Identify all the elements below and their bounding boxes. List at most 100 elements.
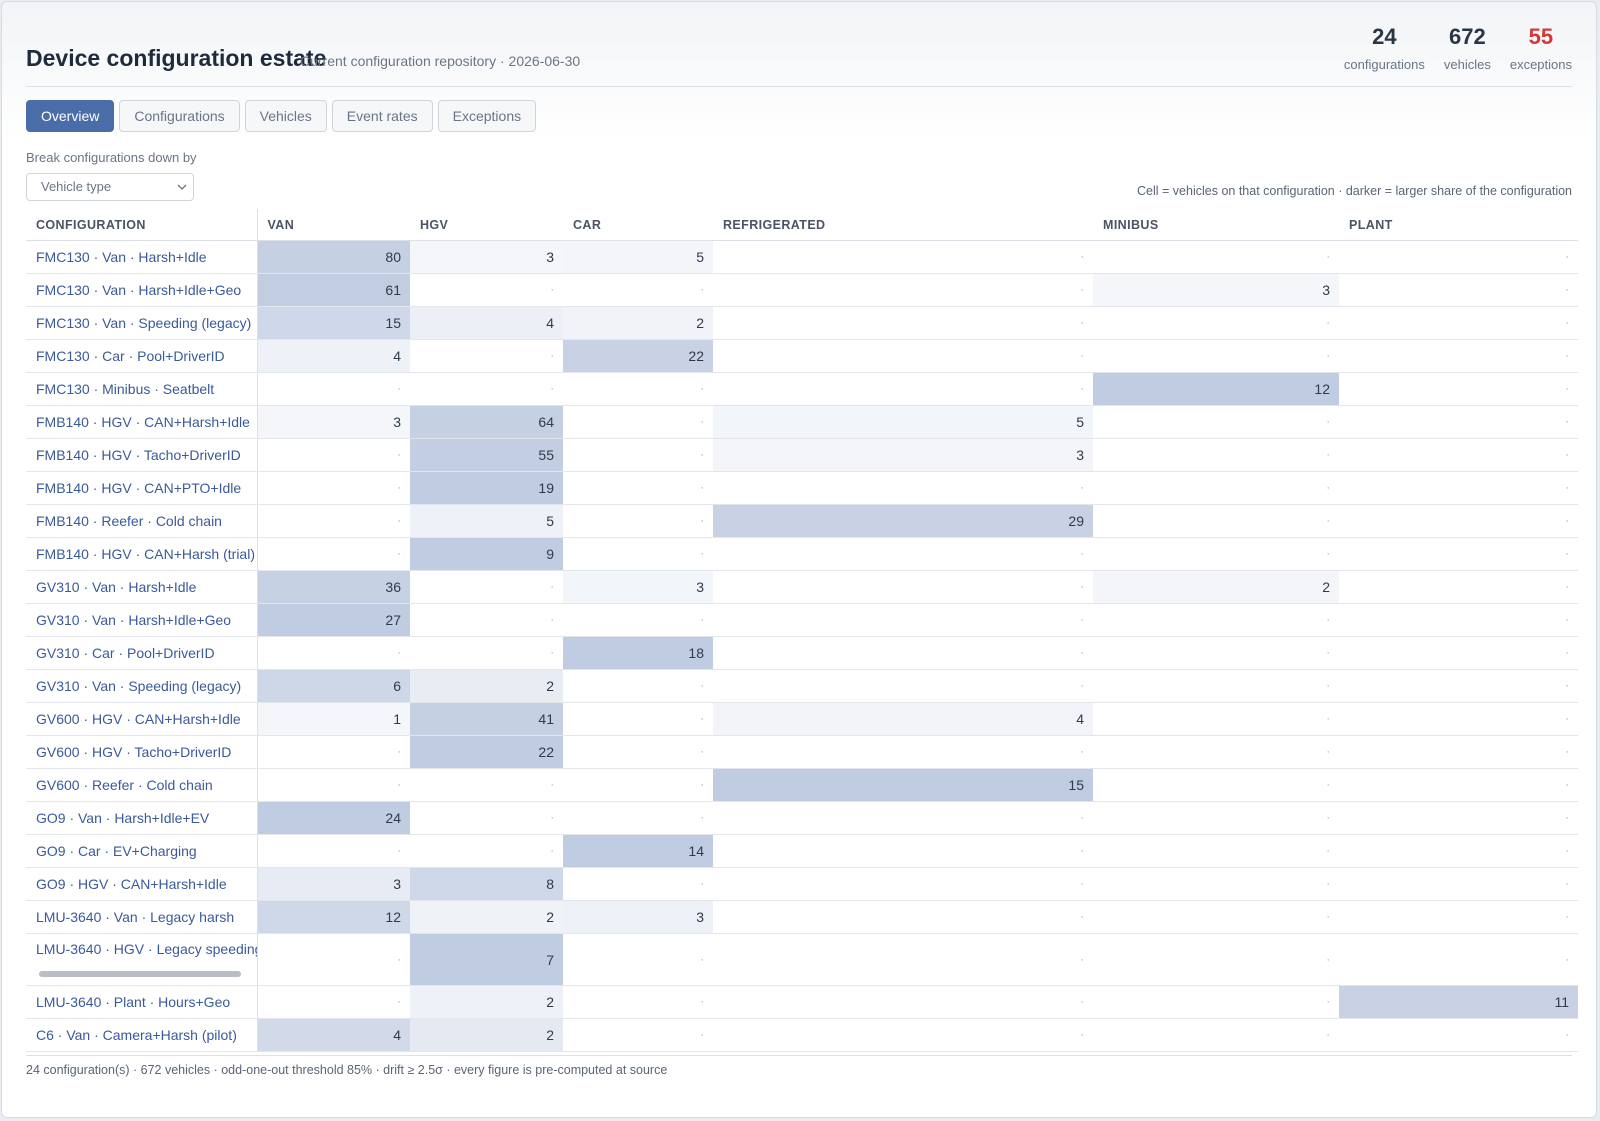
cell-refrigerated[interactable]: · (713, 735, 1093, 769)
cell-minibus[interactable]: · (1093, 240, 1339, 274)
cell-refrigerated[interactable]: · (713, 273, 1093, 307)
cell-car[interactable]: · (563, 801, 713, 835)
cell-plant[interactable]: · (1339, 636, 1578, 670)
cell-hgv[interactable]: · (410, 834, 563, 868)
cell-refrigerated[interactable]: · (713, 240, 1093, 274)
cell-hgv[interactable]: 64 (410, 405, 563, 439)
configuration-name-link[interactable]: LMU-3640 · HGV · Legacy speeding (26, 933, 258, 986)
cell-van[interactable]: 15 (257, 306, 410, 340)
cell-refrigerated[interactable]: 15 (713, 768, 1093, 802)
cell-refrigerated[interactable]: · (713, 537, 1093, 571)
cell-van[interactable]: · (257, 372, 410, 406)
cell-plant[interactable]: · (1339, 471, 1578, 505)
tab-event-rates[interactable]: Event rates (331, 100, 433, 132)
cell-van[interactable]: 6 (257, 669, 410, 703)
table-row[interactable]: GV310 · Car · Pool+DriverID · · 18 · · · (26, 636, 1578, 670)
cell-van[interactable]: 1 (257, 702, 410, 736)
cell-hgv[interactable]: · (410, 801, 563, 835)
cell-car[interactable]: 5 (563, 240, 713, 274)
cell-van[interactable]: 80 (257, 240, 410, 274)
cell-hgv[interactable]: · (410, 768, 563, 802)
cell-refrigerated[interactable]: · (713, 471, 1093, 505)
configuration-name-link[interactable]: FMC130 · Van · Speeding (legacy) (26, 306, 258, 340)
configuration-name-link[interactable]: FMB140 · Reefer · Cold chain (26, 504, 258, 538)
cell-car[interactable]: · (563, 735, 713, 769)
cell-van[interactable]: · (257, 933, 410, 986)
cell-van[interactable]: 4 (257, 339, 410, 373)
cell-van[interactable]: · (257, 985, 410, 1019)
cell-minibus[interactable]: · (1093, 1018, 1339, 1052)
cell-car[interactable]: · (563, 1018, 713, 1052)
cell-plant[interactable]: · (1339, 735, 1578, 769)
table-row[interactable]: C6 · Van · Camera+Harsh (pilot) 4 2 · · · · (26, 1018, 1578, 1052)
cell-minibus[interactable]: · (1093, 537, 1339, 571)
cell-plant[interactable]: · (1339, 306, 1578, 340)
cell-minibus[interactable]: · (1093, 669, 1339, 703)
cell-hgv[interactable]: 19 (410, 471, 563, 505)
table-row[interactable]: FMB140 · HGV · CAN+PTO+Idle · 19 · · · · (26, 471, 1578, 505)
cell-minibus[interactable]: · (1093, 985, 1339, 1019)
cell-hgv[interactable]: 22 (410, 735, 563, 769)
cell-refrigerated[interactable]: · (713, 636, 1093, 670)
cell-car[interactable]: · (563, 933, 713, 986)
configuration-name-link[interactable]: LMU-3640 · Plant · Hours+Geo (26, 985, 258, 1019)
cell-hgv[interactable]: 8 (410, 867, 563, 901)
table-row[interactable]: LMU-3640 · Plant · Hours+Geo · 2 · · · 11 (26, 985, 1578, 1019)
cell-minibus[interactable]: · (1093, 768, 1339, 802)
cell-hgv[interactable]: 2 (410, 900, 563, 934)
cell-minibus[interactable]: · (1093, 504, 1339, 538)
cell-car[interactable]: 3 (563, 570, 713, 604)
column-header-car[interactable]: CAR (563, 209, 713, 241)
column-header-minibus[interactable]: MINIBUS (1093, 209, 1339, 241)
configuration-name-link[interactable]: C6 · Van · Camera+Harsh (pilot) (26, 1018, 258, 1052)
cell-hgv[interactable]: 41 (410, 702, 563, 736)
cell-car[interactable]: 14 (563, 834, 713, 868)
cell-plant[interactable]: · (1339, 900, 1578, 934)
cell-minibus[interactable]: · (1093, 867, 1339, 901)
configuration-name-link[interactable]: GO9 · Car · EV+Charging (26, 834, 258, 868)
cell-hgv[interactable]: · (410, 372, 563, 406)
cell-plant[interactable]: · (1339, 372, 1578, 406)
cell-plant[interactable]: · (1339, 801, 1578, 835)
cell-car[interactable]: · (563, 372, 713, 406)
cell-van[interactable]: 61 (257, 273, 410, 307)
table-row[interactable]: GO9 · HGV · CAN+Harsh+Idle 3 8 · · · · (26, 867, 1578, 901)
cell-refrigerated[interactable]: · (713, 900, 1093, 934)
table-row[interactable]: LMU-3640 · Van · Legacy harsh 12 2 3 · · · (26, 900, 1578, 934)
cell-refrigerated[interactable]: · (713, 867, 1093, 901)
cell-minibus[interactable]: · (1093, 438, 1339, 472)
cell-refrigerated[interactable]: 29 (713, 504, 1093, 538)
configuration-name-link[interactable]: FMB140 · HGV · CAN+Harsh (trial) (26, 537, 258, 571)
cell-van[interactable]: 27 (257, 603, 410, 637)
horizontal-scrollbar[interactable] (39, 971, 241, 977)
table-row[interactable]: FMC130 · Car · Pool+DriverID 4 · 22 · · · (26, 339, 1578, 373)
cell-hgv[interactable]: 55 (410, 438, 563, 472)
configuration-name-link[interactable]: FMB140 · HGV · CAN+PTO+Idle (26, 471, 258, 505)
configuration-name-link[interactable]: GO9 · HGV · CAN+Harsh+Idle (26, 867, 258, 901)
cell-car[interactable]: · (563, 504, 713, 538)
cell-plant[interactable]: · (1339, 273, 1578, 307)
column-header-hgv[interactable]: HGV (410, 209, 563, 241)
cell-car[interactable]: 18 (563, 636, 713, 670)
table-row[interactable]: GV310 · Van · Harsh+Idle+Geo 27 · · · · · (26, 603, 1578, 637)
configuration-name-link[interactable]: GV310 · Van · Harsh+Idle+Geo (26, 603, 258, 637)
cell-minibus[interactable]: · (1093, 471, 1339, 505)
cell-van[interactable]: · (257, 768, 410, 802)
cell-minibus[interactable]: 3 (1093, 273, 1339, 307)
cell-car[interactable]: 3 (563, 900, 713, 934)
cell-car[interactable]: · (563, 273, 713, 307)
cell-refrigerated[interactable]: · (713, 669, 1093, 703)
configuration-name-link[interactable]: FMB140 · HGV · CAN+Harsh+Idle (26, 405, 258, 439)
cell-van[interactable]: 24 (257, 801, 410, 835)
cell-refrigerated[interactable]: · (713, 834, 1093, 868)
cell-refrigerated[interactable]: · (713, 339, 1093, 373)
table-row[interactable]: FMC130 · Van · Harsh+Idle 80 3 5 · · · (26, 240, 1578, 274)
breakdown-select[interactable]: Vehicle type (26, 173, 194, 201)
cell-plant[interactable]: · (1339, 603, 1578, 637)
table-row[interactable]: GV600 · HGV · CAN+Harsh+Idle 1 41 · 4 · · (26, 702, 1578, 736)
cell-minibus[interactable]: · (1093, 900, 1339, 934)
cell-minibus[interactable]: · (1093, 933, 1339, 986)
configuration-name-link[interactable]: GV600 · HGV · CAN+Harsh+Idle (26, 702, 258, 736)
column-header-refrigerated[interactable]: REFRIGERATED (713, 209, 1093, 241)
cell-plant[interactable]: · (1339, 438, 1578, 472)
